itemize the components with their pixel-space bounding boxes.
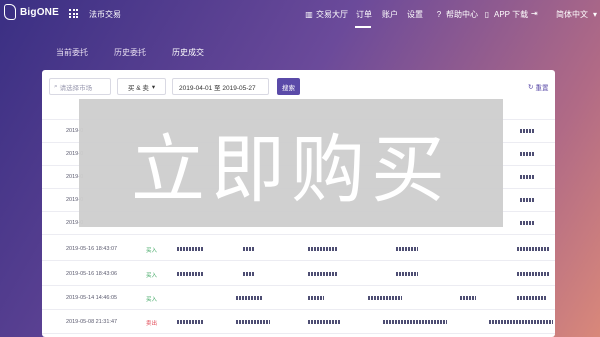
- trade-time: 2019-05-16 18:43:07: [66, 246, 118, 252]
- nav-fiat-trading[interactable]: 法币交易: [89, 9, 121, 20]
- search-icon: ⌕: [54, 82, 58, 90]
- trade-time: 2019-05-08 21:31:47: [66, 319, 118, 325]
- table-row: 2019-05-16 18:43:06 买入: [42, 263, 555, 286]
- nav-help-center[interactable]: ? 帮助中心: [435, 9, 478, 20]
- active-nav-indicator: [355, 26, 371, 28]
- market-input[interactable]: ⌕ 请选择市场: [49, 78, 111, 95]
- refresh-icon: ↻: [528, 84, 534, 91]
- top-nav: BigONE 法币交易 ▥ 交易大厅 订单 账户 设置 ? 帮助中心 ▯ APP…: [0, 0, 600, 28]
- date-range-picker[interactable]: 2019-04-01 至 2019-05-27: [172, 78, 269, 95]
- table-row: 2019-05-14 14:46:05 买入: [42, 287, 555, 310]
- buy-now-watermark: 立即购买: [79, 99, 503, 227]
- brand-name: BigONE: [20, 6, 59, 18]
- search-button[interactable]: 搜索: [277, 78, 300, 95]
- trade-time: 2019-05-16 18:43:06: [66, 271, 118, 277]
- language-select[interactable]: 简体中文 ▾: [556, 9, 599, 20]
- table-row: 2019-05-08 21:31:47 卖出: [42, 311, 555, 334]
- tab-open-orders[interactable]: 当前委托: [56, 47, 88, 58]
- logout-icon[interactable]: ⇥: [531, 9, 538, 18]
- table-row: 2019-05-16 18:43:07 买入: [42, 238, 555, 261]
- nav-orders[interactable]: 订单: [356, 9, 372, 20]
- nav-account[interactable]: 账户: [382, 9, 398, 20]
- filter-bar: ⌕ 请选择市场 买 & 卖 ▾ 2019-04-01 至 2019-05-27 …: [42, 70, 555, 102]
- reset-button[interactable]: ↻ 重置: [528, 82, 548, 92]
- tab-trade-history[interactable]: 历史成交: [172, 47, 204, 58]
- caret-down-icon: ▾: [592, 9, 597, 19]
- nav-app-download[interactable]: ▯ APP 下载: [483, 9, 528, 20]
- tab-order-history[interactable]: 历史委托: [114, 47, 146, 58]
- chart-icon: ▥: [305, 9, 313, 19]
- phone-icon: ▯: [484, 9, 490, 19]
- trade-time: 2019-05-14 14:46:05: [66, 295, 118, 301]
- caret-down-icon: ▾: [151, 83, 156, 91]
- question-icon: ?: [436, 9, 442, 19]
- side-select[interactable]: 买 & 卖 ▾: [117, 78, 166, 95]
- nav-settings[interactable]: 设置: [407, 9, 423, 20]
- bigone-logo-icon: [4, 4, 16, 20]
- trade-side: 买入: [146, 273, 158, 279]
- nav-trading-hall[interactable]: ▥ 交易大厅: [305, 9, 348, 20]
- trade-side: 买入: [146, 297, 158, 303]
- apps-grid-icon[interactable]: [69, 9, 78, 18]
- brand-logo[interactable]: BigONE: [4, 4, 59, 20]
- trade-side: 卖出: [146, 321, 158, 327]
- trade-side: 买入: [146, 248, 158, 254]
